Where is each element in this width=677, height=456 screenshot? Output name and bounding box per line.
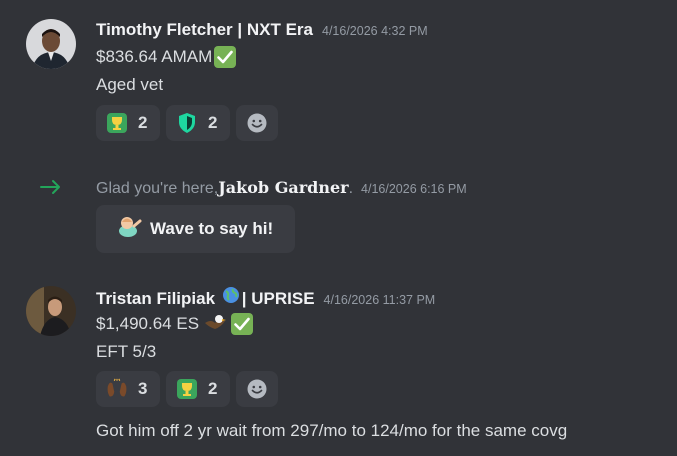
reactions-bar: 2 2 [96,105,278,141]
shield-icon [176,112,198,134]
system-text: Glad you're here, [96,180,219,197]
timestamp: 4/16/2026 6:16 PM [361,182,467,196]
reaction-raised-hands[interactable]: 3 [96,371,160,407]
reaction-count: 2 [208,379,218,398]
trophy-icon [176,378,198,400]
reaction-trophy[interactable]: 2 [166,371,230,407]
message-text: Got him off 2 yr wait from 297/mo to 124… [96,421,568,440]
message-content: $836.64 AMAM [96,46,237,68]
message-text: Aged vet [96,75,164,94]
timestamp: 4/16/2026 4:32 PM [322,24,428,38]
eagle-icon [203,313,227,335]
username[interactable]: Timothy Fletcher | NXT Era [96,20,313,40]
username[interactable]: Tristan Filipiak | UPRISE [96,286,315,309]
join-arrow-icon [40,178,62,201]
avatar[interactable] [26,19,76,69]
username-part: Tristan Filipiak [96,289,220,308]
message-text: $1,490.64 ES [96,314,200,333]
raised-hands-icon [106,378,128,400]
reaction-count: 3 [138,379,148,398]
timestamp: 4/16/2026 11:37 PM [323,293,436,307]
message-header: Timothy Fletcher | NXT Era 4/16/2026 4:3… [96,20,428,40]
system-join-message: Glad you're here, Jakob Gardner. 4/16/20… [96,178,467,198]
message-content: Got him off 2 yr wait from 297/mo to 124… [96,421,567,441]
reaction-trophy[interactable]: 2 [96,105,160,141]
reaction-shield[interactable]: 2 [166,105,230,141]
avatar[interactable] [26,286,76,336]
message-text: $836.64 AMAM [96,47,213,66]
message-content: $1,490.64 ES [96,313,254,335]
reaction-count: 2 [208,113,218,132]
check-mark-icon [214,46,237,68]
chat-message-list: Timothy Fletcher | NXT Era 4/16/2026 4:3… [0,0,677,456]
wave-sticker-icon [114,214,142,245]
check-mark-icon [231,313,254,335]
globe-icon [222,286,240,304]
message-text: EFT 5/3 [96,342,157,361]
smiley-icon [247,113,267,133]
reactions-bar: 3 2 [96,371,278,407]
trophy-icon [106,112,128,134]
message-content: EFT 5/3 [96,342,156,362]
system-text: . [348,180,354,197]
reaction-count: 2 [138,113,148,132]
wave-button[interactable]: Wave to say hi! [96,205,295,253]
message-header: Tristan Filipiak | UPRISE 4/16/2026 11:3… [96,286,435,309]
wave-label: Wave to say hi! [150,219,274,238]
joined-username[interactable]: Jakob Gardner [218,178,348,197]
username-part: | UPRISE [241,289,315,308]
add-reaction-button[interactable] [236,371,278,407]
add-reaction-button[interactable] [236,105,278,141]
smiley-icon [247,379,267,399]
message-content: Aged vet [96,75,163,95]
